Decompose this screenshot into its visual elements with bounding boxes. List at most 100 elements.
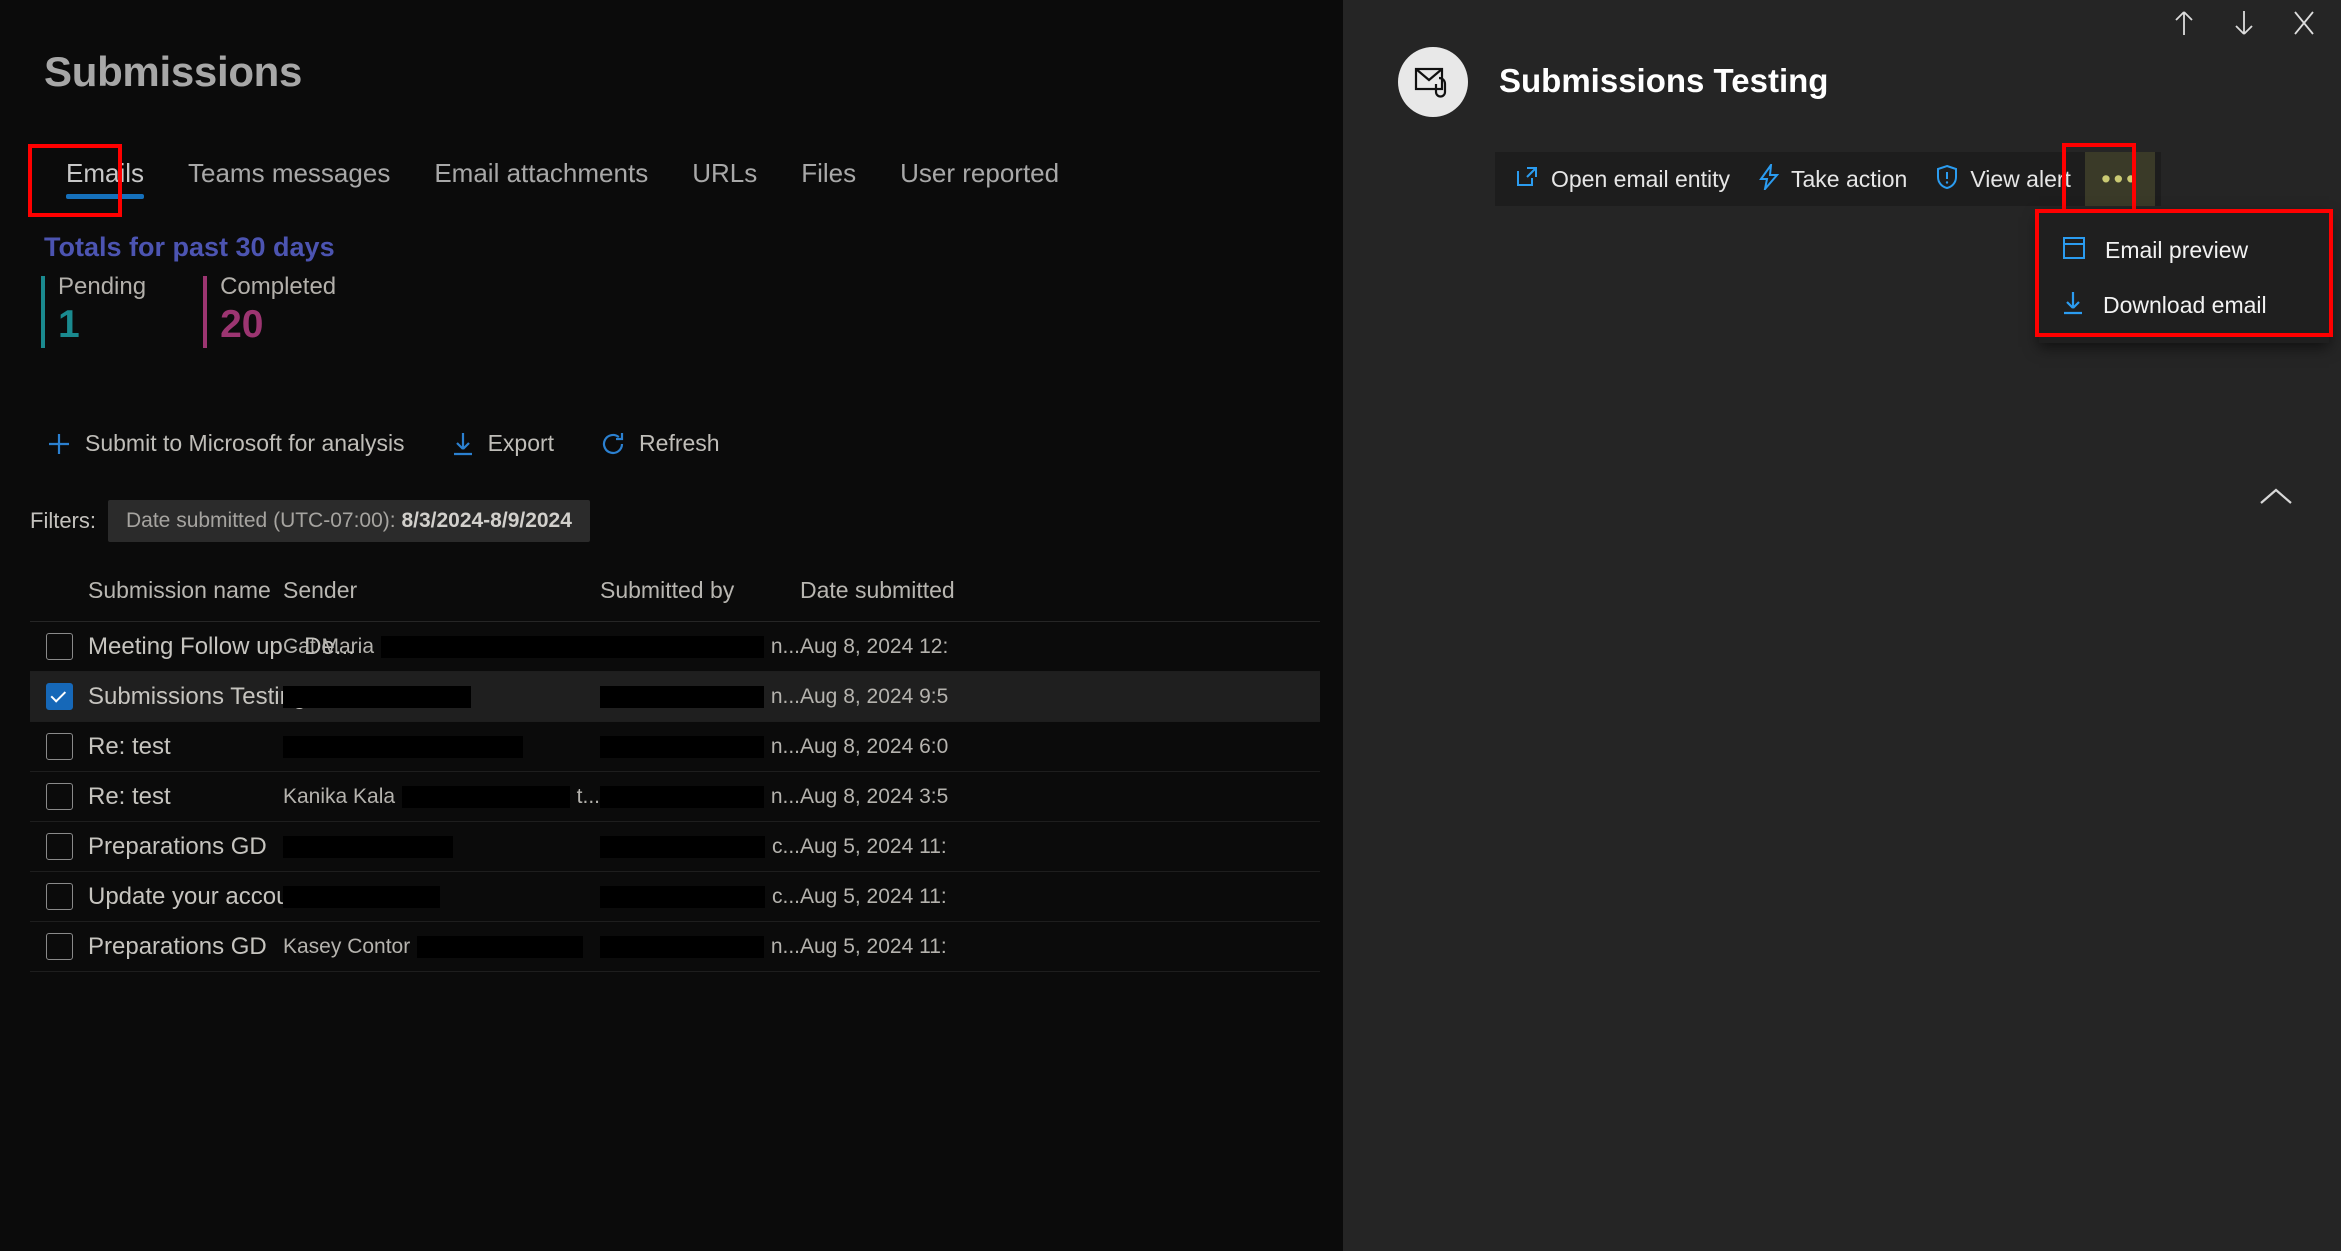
date-submitted: Aug 8, 2024 9:5 <box>800 684 949 708</box>
page-title: Submissions <box>44 48 303 95</box>
submitted-by-truncated: n... <box>770 634 800 658</box>
row-checkbox[interactable] <box>45 683 73 710</box>
submit-label: Submit to Microsoft for analysis <box>85 430 405 456</box>
stat-label: Completed <box>220 273 337 300</box>
row-checkbox-cell[interactable] <box>30 883 88 910</box>
stat-completed: Completed 20 <box>203 272 336 348</box>
redacted-sender-address <box>283 685 471 708</box>
more-options-menu: Email preview Download email <box>2039 213 2329 343</box>
sender-cell <box>283 885 600 908</box>
row-checkbox-cell[interactable] <box>30 783 88 810</box>
refresh-button[interactable]: Refresh <box>600 430 720 457</box>
date-submitted-filter-pill[interactable]: Date submitted (UTC-07:00): 8/3/2024-8/9… <box>108 500 590 542</box>
export-button[interactable]: Export <box>451 430 554 457</box>
stat-value: 1 <box>58 303 80 346</box>
redacted-submitted-by <box>600 735 764 758</box>
submission-name: Preparations GD <box>88 932 267 960</box>
download-icon <box>2061 290 2085 321</box>
sender-cell: Cat Maria <box>283 635 600 659</box>
submitted-by-truncated: n... <box>770 934 800 958</box>
open-email-entity-button[interactable]: Open email entity <box>1501 152 1744 206</box>
row-checkbox[interactable] <box>45 733 73 760</box>
table-row[interactable]: Re: test Kanika Kala t... n... Aug 8, 2024 3… <box>30 772 1320 822</box>
row-checkbox-cell[interactable] <box>30 633 88 660</box>
redacted-sender-address <box>381 635 600 658</box>
take-action-button[interactable]: Take action <box>1744 152 1921 206</box>
menu-item-label: Download email <box>2103 292 2267 318</box>
table-row[interactable]: Preparations GD c... Aug 5, 2024 11: <box>30 822 1320 872</box>
tab-active-underline <box>66 194 145 199</box>
row-checkbox[interactable] <box>45 833 73 860</box>
panel-window-buttons <box>2169 0 2319 46</box>
submitted-by-cell: c... <box>600 835 800 859</box>
submitted-by-truncated: c... <box>771 884 800 908</box>
submitted-by-cell: n... <box>600 685 800 709</box>
panel-action-bar: Open email entity Take action View alert… <box>1495 152 2161 206</box>
redacted-sender-address <box>417 935 584 958</box>
table-row[interactable]: Submissions Testing n... Aug 8, 2024 9:5 <box>30 672 1320 722</box>
tab-label: Email attachments <box>434 158 649 188</box>
table-header-row: Submission name Sender Submitted by Date… <box>30 560 1320 622</box>
column-header-sender[interactable]: Sender <box>283 577 600 604</box>
stat-pending: Pending 1 <box>41 272 146 348</box>
view-alert-button[interactable]: View alert <box>1921 152 2085 206</box>
tab-email-attachments[interactable]: Email attachments <box>412 148 670 209</box>
tabs: Emails Teams messages Email attachments URL… <box>44 148 1081 209</box>
submitted-by-truncated: n... <box>770 734 800 758</box>
filters-row: Filters: Date submitted (UTC-07:00): 8/3… <box>30 500 590 542</box>
column-header-date-submitted[interactable]: Date submitted <box>800 577 1060 604</box>
column-header-submitted-by[interactable]: Submitted by <box>600 577 800 604</box>
totals-stats: Pending 1 Completed 20 <box>41 272 336 348</box>
more-options-button[interactable]: ••• <box>2084 152 2155 206</box>
redacted-sender-address <box>283 885 440 908</box>
row-checkbox[interactable] <box>45 783 73 810</box>
open-email-entity-label: Open email entity <box>1551 165 1730 192</box>
submission-name: Preparations GD <box>88 832 267 860</box>
tab-label: Files <box>801 158 857 188</box>
row-checkbox-cell[interactable] <box>30 833 88 860</box>
arrow-up-icon[interactable] <box>2169 8 2199 38</box>
close-icon[interactable] <box>2289 8 2319 38</box>
arrow-down-icon[interactable] <box>2229 8 2259 38</box>
table-row[interactable]: Re: test n... Aug 8, 2024 6:0 <box>30 722 1320 772</box>
submissions-page: Submissions Emails Teams messages Email at… <box>0 0 1343 1251</box>
submission-name: Re: test <box>88 732 171 760</box>
date-submitted: Aug 5, 2024 11: <box>800 884 947 908</box>
submissions-table: Submission name Sender Submitted by Date… <box>30 560 1320 972</box>
row-checkbox-cell[interactable] <box>30 733 88 760</box>
row-checkbox-cell[interactable] <box>30 683 88 710</box>
tab-user-reported[interactable]: User reported <box>878 148 1081 209</box>
tab-teams-messages[interactable]: Teams messages <box>166 148 412 209</box>
tab-files[interactable]: Files <box>779 148 878 209</box>
sender-cell <box>283 735 600 758</box>
sender-cell <box>283 685 600 708</box>
tab-emails[interactable]: Emails <box>44 148 166 209</box>
menu-item-download-email[interactable]: Download email <box>2039 278 2329 333</box>
menu-item-label: Email preview <box>2105 237 2249 263</box>
submission-name: Update your account! <box>88 882 317 910</box>
row-checkbox-cell[interactable] <box>30 933 88 960</box>
chevron-up-icon[interactable] <box>2259 486 2293 513</box>
table-row[interactable]: Update your account! c... Aug 5, 2024 11: <box>30 872 1320 922</box>
row-checkbox[interactable] <box>45 633 73 660</box>
shield-alert-icon <box>1935 164 1959 195</box>
table-row[interactable]: Meeting Follow up - De... Cat Maria n... Au… <box>30 622 1320 672</box>
download-icon <box>451 431 475 457</box>
date-submitted: Aug 8, 2024 6:0 <box>800 734 949 758</box>
sender-name: Kanika Kala <box>283 784 396 808</box>
row-checkbox[interactable] <box>45 933 73 960</box>
menu-item-email-preview[interactable]: Email preview <box>2039 223 2329 278</box>
redacted-submitted-by <box>600 635 764 658</box>
column-header-submission-name[interactable]: Submission name <box>88 577 283 604</box>
tab-label: User reported <box>900 158 1060 188</box>
tab-urls[interactable]: URLs <box>670 148 779 209</box>
sender-name: Kasey Contor <box>283 934 411 958</box>
submitted-by-cell: n... <box>600 785 800 809</box>
submit-button[interactable]: Submit to Microsoft for analysis <box>46 430 405 457</box>
stat-accent-bar <box>203 276 208 348</box>
redacted-sender-address <box>283 735 523 758</box>
table-row[interactable]: Preparations GD Kasey Contor n... Aug 5, 20… <box>30 922 1320 972</box>
row-checkbox[interactable] <box>45 883 73 910</box>
date-submitted: Aug 8, 2024 12: <box>800 634 949 658</box>
panel-title: Submissions Testing <box>1499 62 1829 99</box>
